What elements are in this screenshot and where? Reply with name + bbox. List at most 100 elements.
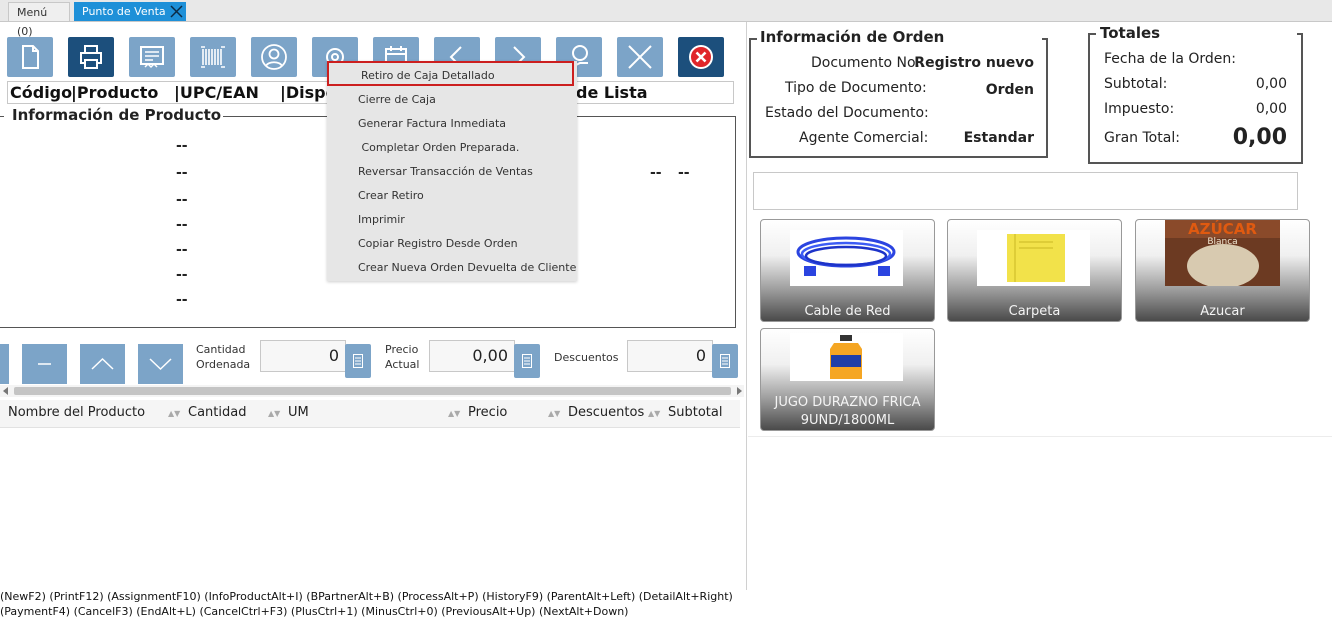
new-button[interactable]	[7, 37, 53, 77]
menu-item-reversar-transaccion[interactable]: Reversar Transacción de Ventas	[358, 165, 533, 178]
menu-item-crear-retiro[interactable]: Crear Retiro	[358, 189, 424, 202]
menu-item-cierre-caja[interactable]: Cierre de Caja	[358, 93, 436, 106]
subtotal-label: Subtotal:	[1104, 76, 1168, 92]
product-tile-jugo-durazno[interactable]: JUGO DURAZNO FRICA 9UND/1800ML	[760, 328, 935, 431]
col-codigo: Código	[10, 83, 73, 102]
process-context-menu: Retiro de Caja Detallado Cierre de Caja …	[327, 61, 577, 281]
doc-status-label: Estado del Documento:	[765, 105, 929, 121]
invoice-icon	[140, 46, 164, 69]
sort-icon[interactable]: ▲▼	[168, 409, 180, 418]
col-precio-lista: de Lista	[576, 83, 648, 102]
info-value: --	[176, 138, 188, 154]
sugar-image-text: AZÚCAR	[1188, 220, 1257, 238]
tax-value: 0,00	[1255, 101, 1287, 117]
invoice-button[interactable]	[129, 37, 175, 77]
info-value: --	[176, 267, 188, 283]
col-upc: |UPC/EAN	[174, 83, 259, 102]
exit-button[interactable]	[678, 37, 724, 77]
horizontal-scrollbar[interactable]	[0, 385, 744, 397]
grid-col-um[interactable]: UM	[288, 405, 309, 420]
scroll-right-icon[interactable]	[736, 387, 742, 395]
menu-item-retiro-detallado[interactable]: Retiro de Caja Detallado	[361, 69, 495, 82]
menu-item-completar-orden[interactable]: Completar Orden Preparada.	[358, 141, 519, 154]
info-value: --	[678, 165, 690, 181]
agent-label: Agente Comercial:	[799, 130, 929, 146]
order-date-label: Fecha de la Orden:	[1104, 51, 1236, 67]
precio-input[interactable]: 0,00	[429, 340, 515, 372]
tiles-bottom-border	[748, 436, 1332, 437]
product-name: Carpeta	[1008, 304, 1061, 319]
sort-icon[interactable]: ▲▼	[548, 409, 560, 418]
cancel-button[interactable]	[617, 37, 663, 77]
cantidad-label-2: Ordenada	[196, 358, 251, 371]
shortcuts-line-2: (PaymentF4) (CancelF3) (EndAlt+L) (Cance…	[0, 605, 629, 618]
barcode-button[interactable]	[190, 37, 236, 77]
info-value: --	[176, 192, 188, 208]
calculator-icon	[353, 354, 363, 368]
product-name: Cable de Red	[804, 304, 891, 319]
product-name-line-2: 9UND/1800ML	[800, 413, 895, 428]
partner-button[interactable]	[251, 37, 297, 77]
scroll-left-icon[interactable]	[3, 387, 9, 395]
descuentos-input[interactable]: 0	[627, 340, 713, 372]
descuentos-label: Descuentos	[554, 351, 619, 364]
exit-icon	[689, 45, 713, 69]
tab-label: Punto de Venta	[82, 5, 166, 18]
plus-button[interactable]	[0, 344, 9, 384]
info-value: --	[176, 292, 188, 308]
product-tile-carpeta[interactable]: Carpeta	[947, 219, 1122, 322]
subtotal-value: 0,00	[1255, 76, 1287, 92]
minus-button[interactable]	[22, 344, 67, 384]
sort-icon[interactable]: ▲▼	[268, 409, 280, 418]
precio-label-2: Actual	[385, 358, 420, 371]
menu-item-imprimir[interactable]: Imprimir	[358, 213, 405, 226]
menu-item-copiar-registro[interactable]: Copiar Registro Desde Orden	[358, 237, 518, 250]
doc-type-value: Orden	[985, 82, 1034, 98]
cancel-icon	[628, 45, 652, 69]
scrollbar-thumb[interactable]	[14, 387, 731, 395]
up-button[interactable]	[80, 344, 125, 384]
menu-item-crear-devolucion[interactable]: Crear Nueva Orden Devuelta de Cliente	[358, 261, 576, 274]
agent-value[interactable]: Estandar	[964, 130, 1034, 146]
product-tile-cable-de-red[interactable]: Cable de Red	[760, 219, 935, 322]
print-button[interactable]	[68, 37, 114, 77]
grid-col-descuentos[interactable]: Descuentos	[568, 405, 644, 420]
calculator-icon	[720, 354, 730, 368]
product-tile-azucar[interactable]: AZÚCAR Blanca Azucar	[1135, 219, 1310, 322]
calculator-icon	[522, 354, 532, 368]
totals-legend: Totales	[1098, 24, 1163, 42]
product-search-input[interactable]	[753, 172, 1298, 210]
order-info-legend: Información de Orden	[758, 28, 947, 46]
product-name: Azucar	[1200, 304, 1245, 319]
descuentos-calculator-button[interactable]	[712, 344, 738, 378]
precio-calculator-button[interactable]	[514, 344, 540, 378]
precio-label-1: Precio	[385, 343, 419, 356]
panel-divider	[746, 22, 747, 590]
grand-total-value: 0,00	[1232, 125, 1287, 150]
menu-item-generar-factura[interactable]: Generar Factura Inmediata	[358, 117, 506, 130]
cantidad-label-1: Cantidad	[196, 343, 246, 356]
chevron-up-icon	[91, 357, 114, 370]
doc-no-value: Registro nuevo	[914, 55, 1034, 71]
tab-menu[interactable]: Menú (0)	[8, 2, 70, 38]
grid-col-subtotal[interactable]: Subtotal	[668, 405, 722, 420]
folder-image	[977, 230, 1090, 286]
cantidad-input[interactable]: 0	[260, 340, 346, 372]
down-button[interactable]	[138, 344, 183, 384]
sort-icon[interactable]: ▲▼	[448, 409, 460, 418]
sort-icon[interactable]: ▲▼	[648, 409, 660, 418]
cable-image	[790, 230, 903, 286]
tax-label: Impuesto:	[1104, 101, 1175, 117]
tab-punto-de-venta[interactable]: Punto de Venta	[74, 2, 186, 21]
new-icon	[22, 45, 39, 69]
info-value: --	[176, 217, 188, 233]
minus-icon	[38, 363, 51, 365]
grid-col-cantidad[interactable]: Cantidad	[188, 405, 246, 420]
grid-col-precio[interactable]: Precio	[468, 405, 507, 420]
close-icon[interactable]	[170, 5, 183, 18]
cantidad-calculator-button[interactable]	[345, 344, 371, 378]
grid-col-nombre[interactable]: Nombre del Producto	[8, 405, 145, 420]
info-value: --	[176, 165, 188, 181]
product-info-legend: Información de Producto	[10, 106, 224, 124]
partner-icon	[261, 44, 287, 70]
